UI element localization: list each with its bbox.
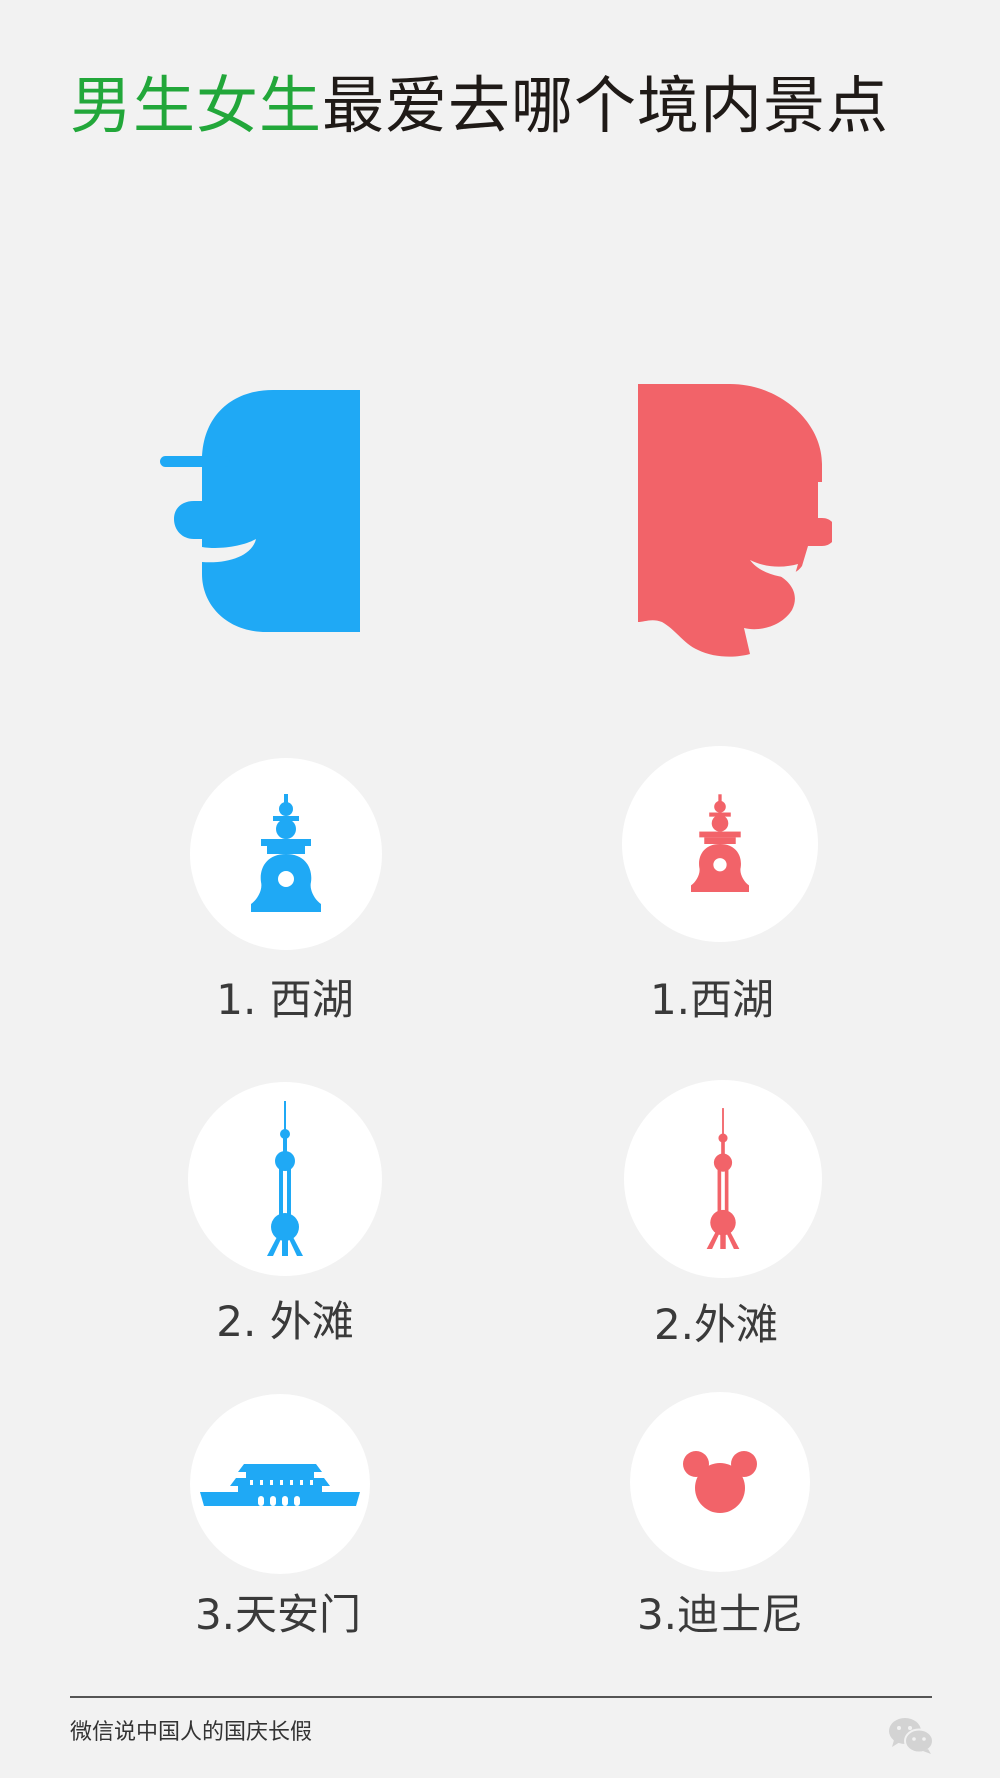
female-head-icon [638,384,832,657]
male-spot-2-circle [188,1082,382,1276]
male-spot-2-label: 2. 外滩 [216,1297,354,1346]
pagoda-icon [691,794,749,893]
female-spot-2-circle [624,1080,822,1278]
tv-tower-icon [706,1108,740,1249]
female-spot-2-label: 2.外滩 [653,1300,779,1349]
female-avatar [632,382,832,662]
page-title: 男生女生最爱去哪个境内景点 [70,66,889,146]
female-spot-1-circle [622,746,818,942]
male-spot-3-circle [190,1394,370,1574]
female-spot-3-circle [630,1392,810,1572]
female-spot-3-label: 3.迪士尼 [636,1590,804,1639]
title-highlight: 男生女生 [70,69,323,142]
male-spot-1-label: 1. 西湖 [216,975,354,1024]
female-spot-1-label: 1.西湖 [649,975,775,1024]
tv-tower-icon [267,1101,303,1256]
male-head-icon [160,390,360,632]
footer-divider [70,1696,932,1698]
title-rest: 最爱去哪个境内景点 [322,69,890,142]
male-avatar [158,386,368,636]
gate-tower-icon [200,1464,360,1506]
footer-text: 微信说中国人的国庆长假 [70,1720,313,1745]
wechat-icon [888,1716,934,1760]
male-spot-3-label: 3.天安门 [194,1590,362,1639]
pagoda-icon [251,794,321,912]
male-spot-1-circle [190,758,382,950]
mouse-ears-icon [683,1451,757,1513]
